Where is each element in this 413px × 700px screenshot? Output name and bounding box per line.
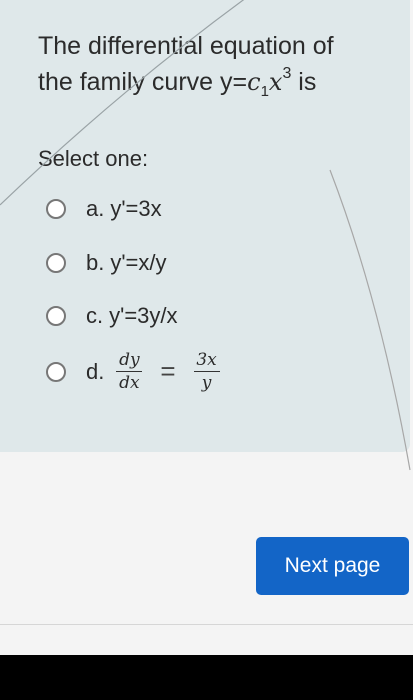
math-exponent: 3 <box>282 65 292 82</box>
radio-icon[interactable] <box>46 361 66 382</box>
option-b[interactable]: b. y'=x/y <box>46 250 167 276</box>
question-text: The differential equation of the family … <box>38 28 388 104</box>
option-text: y'=3y/x <box>109 303 178 328</box>
bottom-black-bar <box>0 655 413 700</box>
question-card: The differential equation of the family … <box>0 0 410 452</box>
question-line-2-suffix: is <box>291 68 317 96</box>
math-variable: x <box>268 68 283 96</box>
math-subscript: 1 <box>260 83 269 100</box>
fraction-denominator: y <box>201 373 212 393</box>
select-one-label: Select one: <box>38 146 149 171</box>
radio-icon[interactable] <box>46 306 66 326</box>
next-page-button[interactable]: Next page <box>256 537 409 595</box>
option-text: y'=3x <box>110 196 162 221</box>
quiz-page: The differential equation of the family … <box>0 0 413 700</box>
fraction-numerator: 3x <box>196 350 217 370</box>
question-line-1: The differential equation of <box>38 32 334 60</box>
option-letter: d. <box>86 358 105 384</box>
math-constant: c <box>247 68 261 96</box>
fraction-bar <box>116 371 143 372</box>
option-letter: b. <box>86 250 105 275</box>
option-letter: c. <box>86 303 104 328</box>
fraction-bar <box>193 371 220 372</box>
option-a[interactable]: a. y'=3x <box>46 196 162 222</box>
option-d[interactable]: d. dy dx = 3x y <box>46 350 226 393</box>
option-letter: a. <box>86 196 105 221</box>
radio-icon[interactable] <box>46 253 66 273</box>
radio-icon[interactable] <box>46 199 66 219</box>
equals-sign: = <box>160 356 176 386</box>
option-text: y'=x/y <box>110 250 167 275</box>
fraction-3x-y: 3x y <box>193 350 220 393</box>
fraction-dy-dx: dy dx <box>116 350 143 393</box>
question-line-2-prefix: the family curve y= <box>38 68 248 96</box>
question-line-2: the family curve y=c1x3 is <box>38 64 388 104</box>
fraction-numerator: dy <box>119 350 140 370</box>
option-c[interactable]: c. y'=3y/x <box>46 303 178 329</box>
fraction-denominator: dx <box>119 373 140 393</box>
divider <box>0 624 413 625</box>
